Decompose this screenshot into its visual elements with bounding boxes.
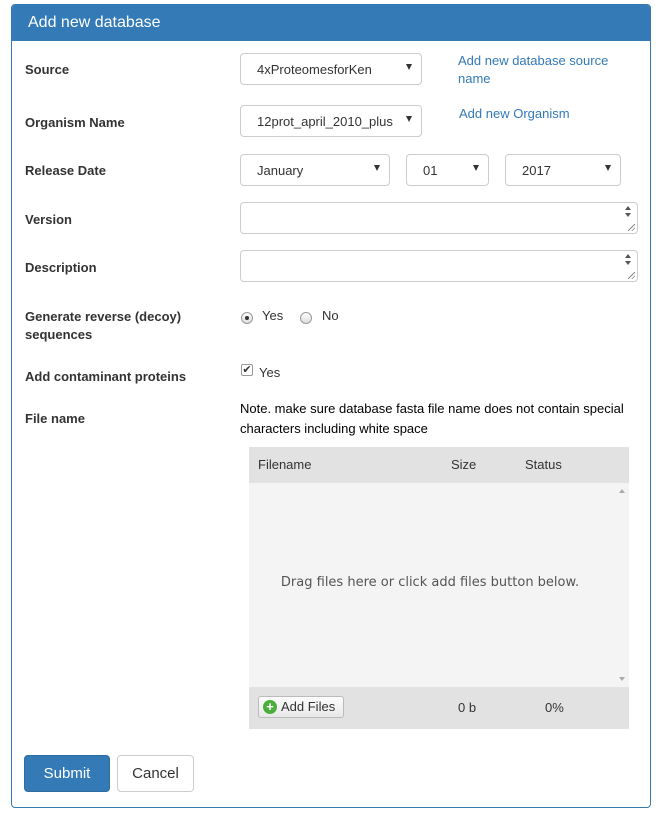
resize-grip-icon[interactable] (628, 272, 635, 279)
description-label: Description (25, 260, 97, 275)
organism-label: Organism Name (25, 115, 125, 130)
source-select[interactable]: 4xProteomesforKen (240, 53, 422, 85)
add-files-button[interactable]: + Add Files (258, 696, 344, 718)
release-month-select[interactable]: January (240, 154, 390, 186)
contaminant-label: Add contaminant proteins (25, 369, 187, 384)
decoy-no-radio[interactable] (300, 312, 312, 324)
drop-hint: Drag files here or click add files butto… (280, 575, 580, 590)
file-name-label: File name (25, 411, 85, 426)
file-drop-zone[interactable]: Drag files here or click add files butto… (249, 483, 629, 687)
uploader-footer: + Add Files 0 b 0% (249, 687, 629, 729)
release-month-value: January (257, 163, 304, 178)
spinner-icon[interactable] (624, 254, 632, 266)
release-day-value: 01 (423, 163, 438, 178)
column-filename: Filename (258, 457, 312, 472)
column-status: Status (525, 457, 562, 472)
release-day-select[interactable]: 01 (406, 154, 489, 186)
decoy-label: Generate reverse (decoy) sequences (25, 309, 182, 342)
chevron-down-icon (406, 116, 412, 122)
add-source-link[interactable]: Add new database source name (458, 52, 638, 88)
release-year-select[interactable]: 2017 (505, 154, 621, 186)
add-organism-link[interactable]: Add new Organism (459, 105, 570, 123)
decoy-no-label: No (322, 308, 339, 323)
file-name-note: Note. make sure database fasta file name… (240, 401, 624, 436)
description-input[interactable] (240, 250, 638, 282)
decoy-yes-radio[interactable] (241, 312, 253, 324)
spinner-icon[interactable] (624, 206, 632, 218)
scroll-down-icon[interactable] (619, 677, 625, 681)
panel-heading: Add new database (12, 5, 650, 41)
release-date-label: Release Date (25, 163, 106, 178)
source-label: Source (25, 62, 70, 77)
version-input[interactable] (240, 202, 638, 234)
add-files-label: Add Files (281, 699, 336, 714)
organism-select-value: 12prot_april_2010_plus (257, 114, 393, 129)
version-label: Version (25, 212, 72, 227)
chevron-down-icon (406, 64, 412, 70)
uploader-header: Filename Size Status (249, 447, 629, 483)
chevron-down-icon (374, 165, 380, 171)
submit-button[interactable]: Submit (24, 755, 110, 792)
plus-icon: + (263, 700, 277, 714)
add-database-panel: Add new database Source 4xProteomesforKe… (11, 4, 651, 808)
source-select-value: 4xProteomesforKen (257, 62, 372, 77)
chevron-down-icon (473, 165, 479, 171)
total-size: 0 b (458, 700, 477, 715)
contaminant-yes-label: Yes (259, 365, 281, 380)
panel-title: Add new database (28, 14, 161, 31)
file-uploader: Filename Size Status Drag files here or … (249, 447, 629, 729)
release-year-value: 2017 (522, 163, 551, 178)
resize-grip-icon[interactable] (628, 224, 635, 231)
column-size: Size (451, 457, 477, 472)
chevron-down-icon (605, 165, 611, 171)
scroll-up-icon[interactable] (619, 489, 625, 493)
decoy-yes-label: Yes (262, 308, 284, 323)
organism-select[interactable]: 12prot_april_2010_plus (240, 105, 422, 137)
contaminant-checkbox[interactable]: ✔ (241, 364, 253, 376)
total-percent: 0% (545, 700, 564, 715)
cancel-button[interactable]: Cancel (117, 755, 194, 792)
